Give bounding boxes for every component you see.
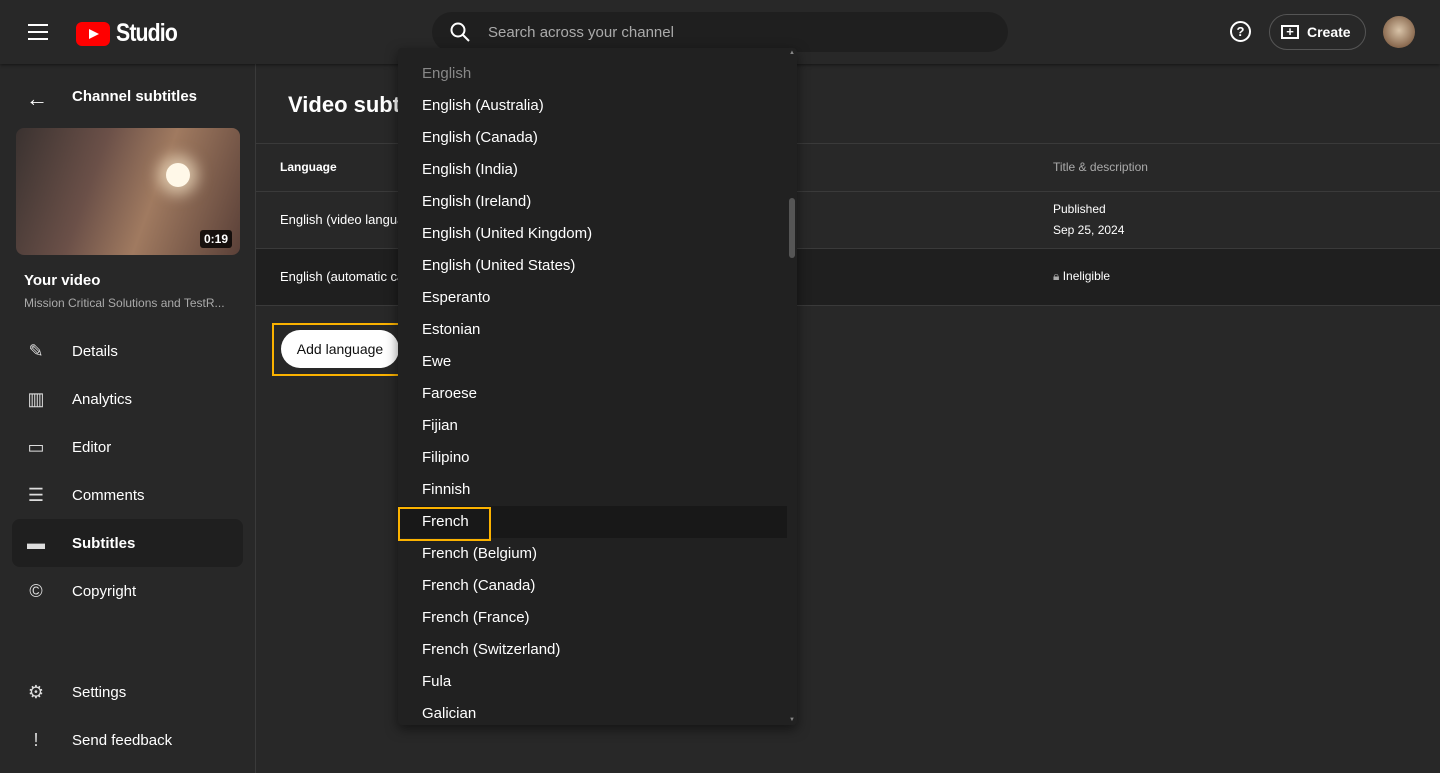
avatar[interactable] <box>1383 16 1415 48</box>
video-thumbnail[interactable]: 0:19 <box>16 128 240 255</box>
comment-icon: ☰ <box>27 484 45 505</box>
column-header-language: Language <box>280 160 337 174</box>
language-option[interactable]: English (United States) <box>398 250 787 282</box>
language-option[interactable]: English (United Kingdom) <box>398 218 787 250</box>
language-option[interactable]: English <box>398 58 787 90</box>
sidebar-item-editor[interactable]: ▭ Editor <box>12 423 243 471</box>
column-header-title-description: Title & description <box>1053 160 1148 174</box>
row-status: Published <box>1053 202 1106 216</box>
subtitles-icon: ▬ <box>27 532 45 553</box>
language-option[interactable]: English (Australia) <box>398 90 787 122</box>
sidebar: ← Channel subtitles 0:19 Your video Miss… <box>0 64 256 773</box>
sidebar-item-subtitles[interactable]: ▬ Subtitles <box>12 519 243 567</box>
language-option[interactable]: Faroese <box>398 378 787 410</box>
analytics-icon: ▥ <box>27 388 45 409</box>
sidebar-item-copyright[interactable]: © Copyright <box>12 567 243 615</box>
channel-subtitles-link[interactable]: Channel subtitles <box>72 88 197 105</box>
youtube-studio-logo[interactable]: Studio <box>76 19 188 48</box>
sidebar-item-send-feedback[interactable]: ! Send feedback <box>12 716 243 764</box>
language-option[interactable]: French (Switzerland) <box>398 634 787 666</box>
pencil-icon: ✎ <box>28 340 44 361</box>
add-video-icon: + <box>1281 25 1299 39</box>
sidebar-item-comments[interactable]: ☰ Comments <box>12 471 243 519</box>
copyright-icon: © <box>29 580 43 601</box>
video-title: Mission Critical Solutions and TestR... <box>24 296 225 310</box>
scrollbar[interactable] <box>789 198 795 258</box>
row-date: Sep 25, 2024 <box>1053 223 1125 237</box>
language-option[interactable]: Galician <box>398 698 787 725</box>
video-duration: 0:19 <box>199 230 232 248</box>
lock-icon: 🔒︎ <box>1053 269 1063 283</box>
search-icon <box>450 22 470 42</box>
create-button[interactable]: + Create <box>1269 14 1366 50</box>
language-option[interactable]: French (Canada) <box>398 570 787 602</box>
language-option[interactable]: French (Belgium) <box>398 538 787 570</box>
scroll-down-icon[interactable]: ▼ <box>789 717 795 723</box>
youtube-play-icon <box>76 21 110 46</box>
gear-icon: ⚙ <box>27 681 45 702</box>
language-dropdown[interactable]: Galician Fula French (Switzerland) French (… <box>398 48 797 725</box>
language-option[interactable]: Estonian <box>398 314 787 346</box>
sidebar-item-analytics[interactable]: ▥ Analytics <box>12 375 243 423</box>
language-option[interactable]: Ewe <box>398 346 787 378</box>
language-option[interactable]: English (Canada) <box>398 122 787 154</box>
sidebar-item-details[interactable]: ✎ Details <box>12 327 243 375</box>
language-option[interactable]: Finnish <box>398 474 787 506</box>
language-option[interactable]: Filipino <box>398 442 787 474</box>
language-option[interactable]: English (India) <box>398 154 787 186</box>
hamburger-menu-icon[interactable] <box>28 24 48 40</box>
search-input[interactable]: Search across your channel <box>432 12 1008 52</box>
feedback-icon: ! <box>33 729 39 750</box>
help-icon[interactable]: ? <box>1230 21 1251 42</box>
sidebar-item-settings[interactable]: ⚙ Settings <box>12 668 243 716</box>
language-option[interactable]: English (Ireland) <box>398 186 787 218</box>
your-video-heading: Your video <box>24 272 101 289</box>
scroll-up-icon[interactable]: ▲ <box>789 50 795 56</box>
add-language-highlight: Add language <box>272 323 407 376</box>
french-highlight <box>398 507 491 541</box>
language-option[interactable]: French (France) <box>398 602 787 634</box>
row-status: 🔒︎ Ineligible <box>1053 269 1111 283</box>
language-option[interactable]: Fijian <box>398 410 787 442</box>
language-option[interactable]: Esperanto <box>398 282 787 314</box>
language-option[interactable]: Fula <box>398 666 787 698</box>
add-language-button[interactable]: Add language <box>281 330 399 368</box>
back-arrow-icon[interactable]: ← <box>26 86 48 112</box>
clapperboard-icon: ▭ <box>27 436 45 457</box>
